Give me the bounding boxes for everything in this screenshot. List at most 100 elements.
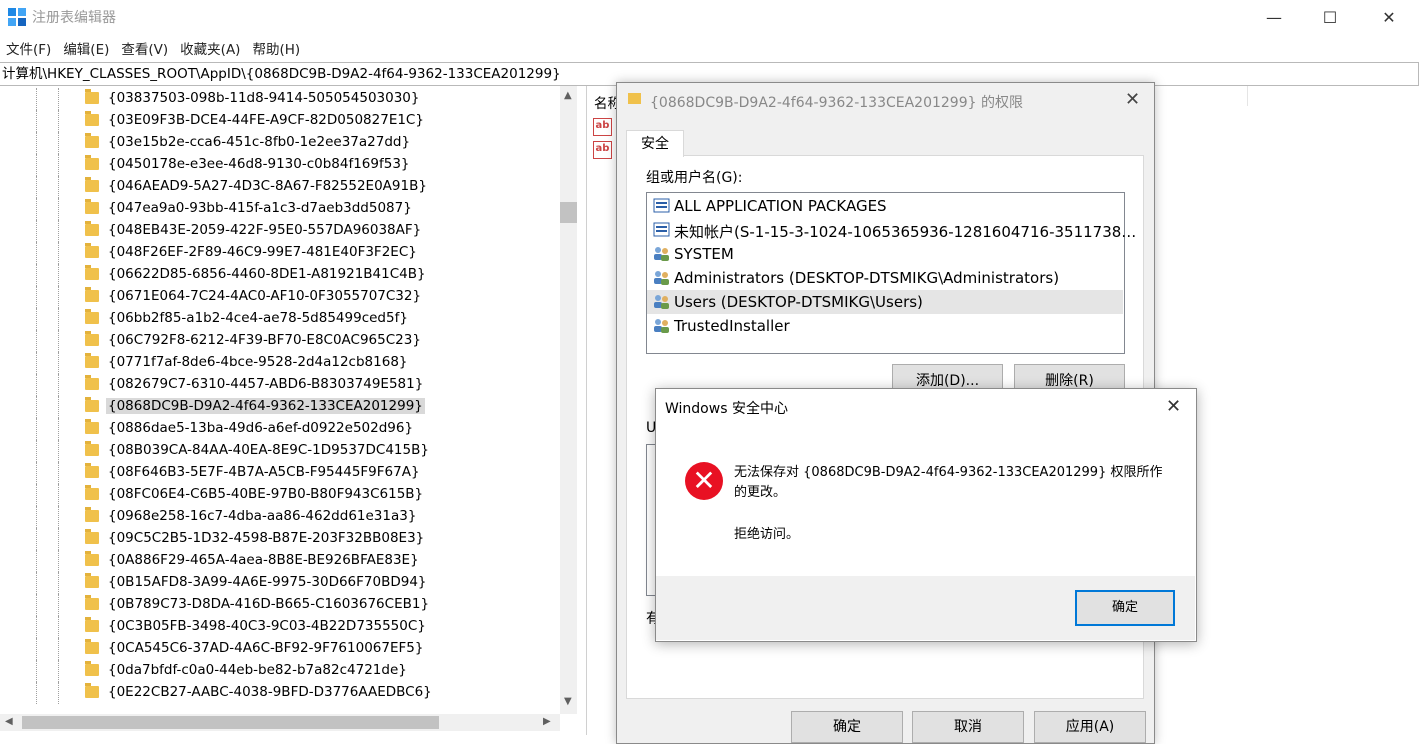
error-message: 无法保存对 {0868DC9B-D9A2-4f64-9362-133CEA201… xyxy=(734,465,1163,500)
folder-icon xyxy=(85,639,99,654)
user-name-label: 未知帐户(S-1-15-3-1024-1065365936-1281604716… xyxy=(674,223,1137,241)
menu-help[interactable]: 帮助(H) xyxy=(246,36,306,60)
tree-item[interactable]: {0450178e-e3ee-46d8-9130-c0b84f169f53} xyxy=(0,154,560,176)
tree-item[interactable]: {03837503-098b-11d8-9414-505054503030} xyxy=(0,88,560,110)
tab-security[interactable]: 安全 xyxy=(626,130,684,157)
minimize-button[interactable]: — xyxy=(1251,0,1297,34)
tree-guide-line xyxy=(58,176,60,198)
tree-guide-line xyxy=(58,506,60,528)
user-name-label: SYSTEM xyxy=(674,245,734,263)
tree-guide-line xyxy=(58,484,60,506)
tree-item[interactable]: {03E09F3B-DCE4-44FE-A9CF-82D050827E1C} xyxy=(0,110,560,132)
tree-item[interactable]: {048EB43E-2059-422F-95E0-557DA96038AF} xyxy=(0,220,560,242)
folder-icon xyxy=(85,573,99,588)
error-icon: ✕ xyxy=(685,462,723,500)
permissions-dialog-title: {0868DC9B-D9A2-4f64-9362-133CEA201299} 的… xyxy=(650,95,1023,111)
tree-guide-line xyxy=(58,462,60,484)
folder-icon xyxy=(85,595,99,610)
menu-favorites[interactable]: 收藏夹(A) xyxy=(174,36,246,60)
perm-cancel-button[interactable]: 取消 xyxy=(912,711,1024,743)
folder-icon xyxy=(628,93,641,104)
tree-item[interactable]: {0671E064-7C24-4AC0-AF10-0F3055707C32} xyxy=(0,286,560,308)
perm-ok-button[interactable]: 确定 xyxy=(791,711,903,743)
tree-item[interactable]: {0968e258-16c7-4dba-aa86-462dd61e31a3} xyxy=(0,506,560,528)
tree-item[interactable]: {06C792F8-6212-4F39-BF70-E8C0AC965C23} xyxy=(0,330,560,352)
tree-item[interactable]: {0B789C73-D8DA-416D-B665-C1603676CEB1} xyxy=(0,594,560,616)
user-list-item[interactable]: ALL APPLICATION PACKAGES xyxy=(647,194,1123,218)
tree-item[interactable]: {03e15b2e-cca6-451c-8fb0-1e2ee37a27dd} xyxy=(0,132,560,154)
tree-item-label: {0968e258-16c7-4dba-aa86-462dd61e31a3} xyxy=(108,508,417,524)
folder-icon xyxy=(85,419,99,434)
tree-guide-line xyxy=(36,682,38,704)
folder-icon xyxy=(85,177,99,192)
tree-item[interactable]: {0868DC9B-D9A2-4f64-9362-133CEA201299} xyxy=(0,396,560,418)
app-package-icon xyxy=(653,198,670,213)
tree-guide-line xyxy=(58,308,60,330)
tree-guide-line xyxy=(36,462,38,484)
title-bar xyxy=(0,0,1422,34)
close-icon: ✕ xyxy=(1382,7,1396,27)
maximize-button[interactable]: ☐ xyxy=(1307,0,1353,34)
close-icon[interactable]: ✕ xyxy=(1166,396,1181,417)
perm-apply-button[interactable]: 应用(A) xyxy=(1034,711,1146,743)
tree-hscroll-thumb[interactable] xyxy=(22,716,439,729)
tree-item[interactable]: {0886dae5-13ba-49d6-a6ef-d0922e502d96} xyxy=(0,418,560,440)
tree-item[interactable]: {0CA545C6-37AD-4A6C-BF92-9F7610067EF5} xyxy=(0,638,560,660)
tree-item-label: {047ea9a0-93bb-415f-a1c3-d7aeb3dd5087} xyxy=(108,200,412,216)
tree-guide-line xyxy=(36,308,38,330)
user-name-label: Users (DESKTOP-DTSMIKG\Users) xyxy=(674,293,923,311)
tree-guide-line xyxy=(36,352,38,374)
scroll-up-icon[interactable]: ▲ xyxy=(564,90,572,101)
tree-item[interactable]: {08F646B3-5E7F-4B7A-A5CB-F95445F9F67A} xyxy=(0,462,560,484)
tree-guide-line xyxy=(58,682,60,704)
tree-item[interactable]: {06bb2f85-a1b2-4ce4-ae78-5d85499ced5f} xyxy=(0,308,560,330)
menu-edit[interactable]: 编辑(E) xyxy=(57,36,115,60)
tree-item[interactable]: {08B039CA-84AA-40EA-8E9C-1D9537DC415B} xyxy=(0,440,560,462)
folder-icon xyxy=(85,243,99,258)
tree-item[interactable]: {0A886F29-465A-4aea-8B8E-BE926BFAE83E} xyxy=(0,550,560,572)
tree-item[interactable]: {0C3B05FB-3498-40C3-9C03-4B22D735550C} xyxy=(0,616,560,638)
tree-guide-line xyxy=(58,88,60,110)
tree-scroll-thumb[interactable] xyxy=(560,202,577,223)
folder-icon xyxy=(85,155,99,170)
user-list-item[interactable]: Users (DESKTOP-DTSMIKG\Users) xyxy=(647,290,1123,314)
user-list-item[interactable]: SYSTEM xyxy=(647,242,1123,266)
error-ok-button[interactable]: 确定 xyxy=(1075,590,1175,626)
tree-item[interactable]: {08FC06E4-C6B5-40BE-97B0-B80F943C615B} xyxy=(0,484,560,506)
tree-item[interactable]: {09C5C2B5-1D32-4598-B87E-203F32BB08E3} xyxy=(0,528,560,550)
tree-item[interactable]: {046AEAD9-5A27-4D3C-8A67-F82552E0A91B} xyxy=(0,176,560,198)
close-icon[interactable]: ✕ xyxy=(1125,89,1140,110)
window-title: 注册表编辑器 xyxy=(32,10,116,26)
tree-item-label: {048F26EF-2F89-46C9-99E7-481E40F3F2EC} xyxy=(108,244,417,260)
tree-item[interactable]: {06622D85-6856-4460-8DE1-A81921B41C4B} xyxy=(0,264,560,286)
tree-item[interactable]: {048F26EF-2F89-46C9-99E7-481E40F3F2EC} xyxy=(0,242,560,264)
tree-item[interactable]: {082679C7-6310-4457-ABD6-B8303749E581} xyxy=(0,374,560,396)
tree-guide-line xyxy=(58,660,60,682)
tree-item-label: {0868DC9B-D9A2-4f64-9362-133CEA201299} xyxy=(106,398,425,414)
scroll-left-icon[interactable]: ◀ xyxy=(5,716,13,727)
user-list-item[interactable]: 未知帐户(S-1-15-3-1024-1065365936-1281604716… xyxy=(647,218,1136,242)
close-button[interactable]: ✕ xyxy=(1366,0,1412,34)
tree-vertical-scrollbar[interactable] xyxy=(560,86,577,714)
scroll-right-icon[interactable]: ▶ xyxy=(543,716,551,727)
folder-icon xyxy=(85,441,99,456)
user-group-icon xyxy=(654,319,669,333)
tree-guide-line xyxy=(36,440,38,462)
tree-guide-line xyxy=(58,440,60,462)
scroll-down-icon[interactable]: ▼ xyxy=(564,696,572,707)
tree-item[interactable]: {0771f7af-8de6-4bce-9528-2d4a12cb8168} xyxy=(0,352,560,374)
user-list-item[interactable]: TrustedInstaller xyxy=(647,314,1123,338)
tree-guide-line xyxy=(36,374,38,396)
tree-item[interactable]: {047ea9a0-93bb-415f-a1c3-d7aeb3dd5087} xyxy=(0,198,560,220)
tree-guide-line xyxy=(58,528,60,550)
user-list-item[interactable]: Administrators (DESKTOP-DTSMIKG\Administ… xyxy=(647,266,1123,290)
user-group-icon xyxy=(654,247,669,261)
menu-view[interactable]: 查看(V) xyxy=(115,36,174,60)
tree-item[interactable]: {0E22CB27-AABC-4038-9BFD-D3776AAEDBC6} xyxy=(0,682,560,704)
menu-file[interactable]: 文件(F) xyxy=(0,36,57,60)
tree-item[interactable]: {0da7bfdf-c0a0-44eb-be82-b7a82c4721de} xyxy=(0,660,560,682)
folder-icon xyxy=(85,551,99,566)
tree-guide-line xyxy=(58,154,60,176)
tree-guide-line xyxy=(36,550,38,572)
tree-item[interactable]: {0B15AFD8-3A99-4A6E-9975-30D66F70BD94} xyxy=(0,572,560,594)
